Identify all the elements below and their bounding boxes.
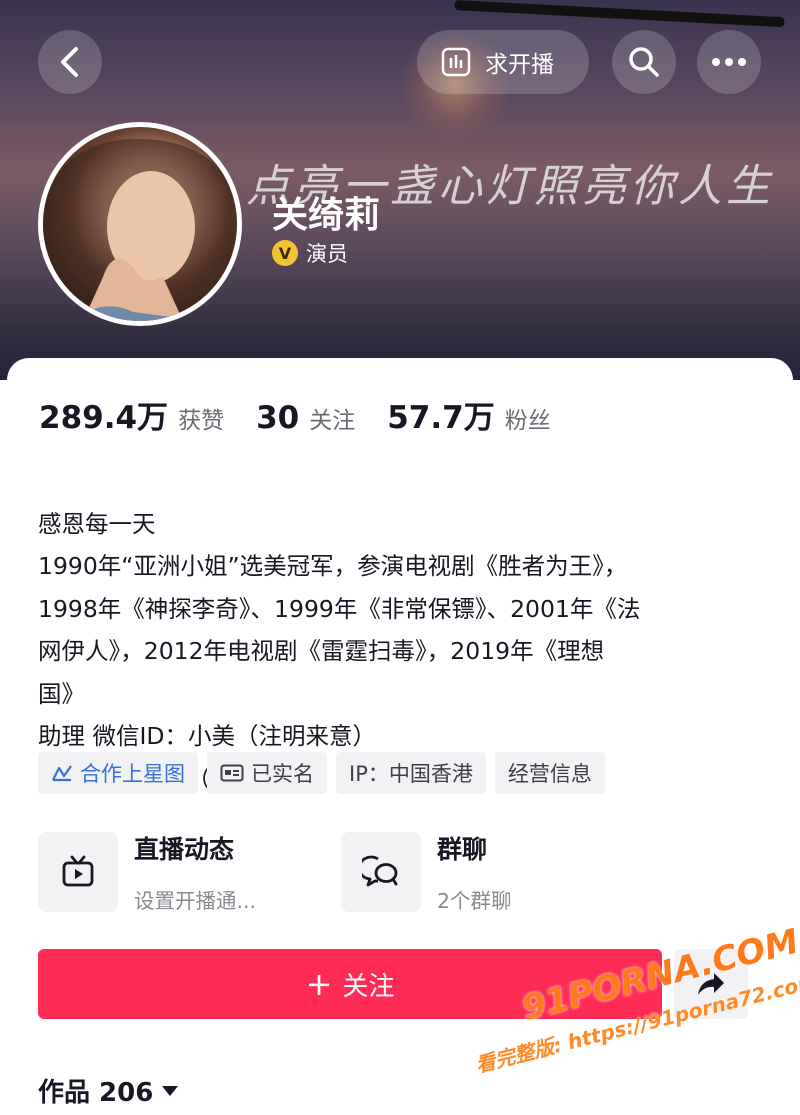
tag-ip-location: IP：中国香港	[336, 752, 486, 794]
more-button[interactable]	[697, 30, 761, 94]
verified-badge-icon: V	[272, 240, 298, 266]
followers-label[interactable]: 粉丝	[505, 401, 551, 435]
following-label[interactable]: 关注	[309, 401, 355, 435]
group-icon-box	[341, 832, 421, 912]
live-title: 直播动态	[134, 835, 235, 864]
works-tab[interactable]: 作品 206	[38, 1072, 179, 1109]
works-label: 作品 206	[38, 1078, 154, 1108]
tag-label: 经营信息	[507, 762, 592, 786]
request-live-button[interactable]: 求开播	[417, 30, 589, 94]
profile-tags: 合作上星图 已实名 IP：中国香港 经营信息	[38, 752, 605, 794]
chevron-left-icon	[61, 47, 78, 77]
search-button[interactable]	[612, 30, 676, 94]
chat-bubbles-icon	[362, 855, 398, 887]
caret-down-icon	[162, 1085, 179, 1096]
search-icon	[629, 47, 659, 77]
profile-name: 关绮莉	[272, 195, 381, 236]
plus-icon: +	[305, 965, 333, 1003]
tag-label: 合作上星图	[80, 762, 185, 786]
live-text: 直播动态 设置开播通...	[134, 830, 256, 914]
group-title: 群聊	[437, 835, 488, 864]
followers-count[interactable]: 57.7万	[387, 392, 495, 437]
star-map-icon	[52, 765, 72, 782]
tag-business-info[interactable]: 经营信息	[494, 752, 605, 794]
group-text: 群聊 2个群聊	[437, 830, 512, 914]
profile-stats: 289.4万 获赞 30 关注 57.7万 粉丝	[39, 392, 583, 437]
tag-star-map[interactable]: 合作上星图	[38, 752, 198, 794]
follow-label: 关注	[342, 971, 395, 1002]
avatar-portrait	[43, 138, 237, 321]
group-chat-entry[interactable]: 群聊 2个群聊	[341, 830, 512, 914]
profile-role: V 演员	[272, 238, 348, 268]
bio-line: 网伊人》，2012年电视剧《雷霆扫毒》，2019年《理想	[38, 637, 605, 665]
tag-label: IP：中国香港	[349, 762, 473, 786]
likes-count: 289.4万	[39, 400, 169, 436]
bio-line: 国》	[38, 679, 85, 708]
tag-label: 已实名	[251, 762, 314, 786]
avatar[interactable]	[38, 122, 242, 326]
back-button[interactable]	[38, 30, 102, 94]
live-feed-entry[interactable]: 直播动态 设置开播通...	[38, 830, 256, 914]
live-subtitle: 设置开播通...	[134, 889, 257, 913]
bio-line: 1990年“亚洲小姐”选美冠军，参演电视剧《胜者为王》，	[38, 552, 628, 580]
request-live-label: 求开播	[485, 52, 554, 78]
likes-label: 获赞	[178, 408, 225, 434]
lamp-wire	[454, 0, 785, 28]
more-dots-icon	[712, 58, 746, 66]
bio-line: 感恩每一天	[38, 509, 156, 538]
bio-line: 1998年《神探李奇》、1999年《非常保镖》、2001年《法	[38, 594, 641, 623]
tv-icon	[62, 855, 94, 887]
id-card-icon	[220, 764, 244, 782]
following-count[interactable]: 30	[256, 400, 299, 436]
live-icon-box	[38, 832, 118, 912]
group-subtitle: 2个群聊	[437, 889, 512, 913]
live-chart-icon	[441, 47, 471, 77]
tag-verified-name[interactable]: 已实名	[207, 752, 327, 794]
role-label: 演员	[306, 242, 348, 266]
